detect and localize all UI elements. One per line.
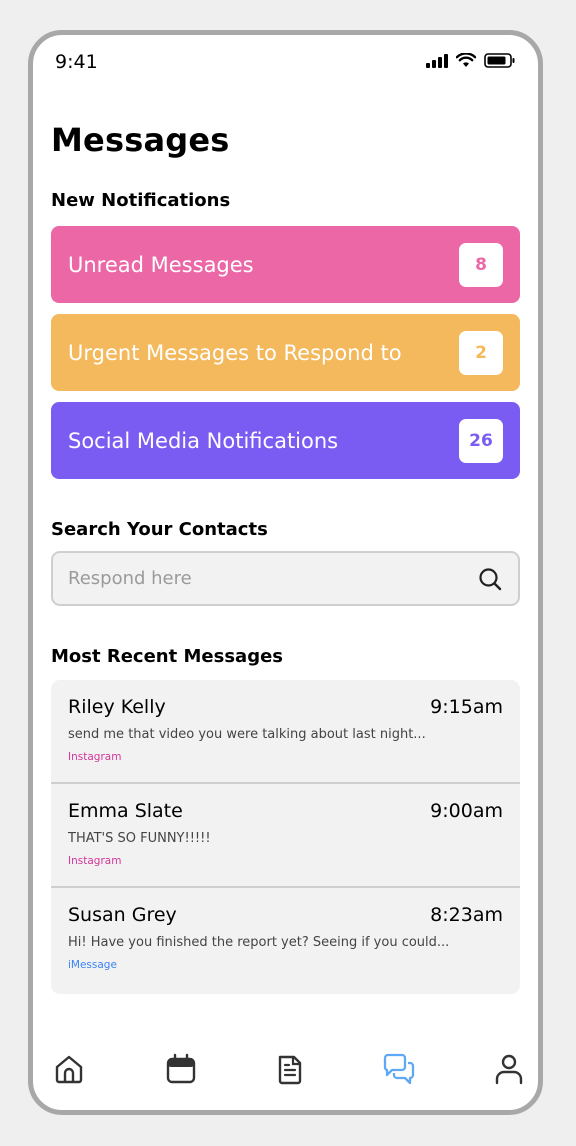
nav-calendar[interactable] <box>164 1052 198 1086</box>
message-preview: Hi! Have you finished the report yet? Se… <box>68 935 450 950</box>
recent-heading: Most Recent Messages <box>51 646 283 667</box>
count-badge: 2 <box>459 330 503 375</box>
nav-messages[interactable] <box>382 1052 416 1086</box>
wifi-icon <box>456 53 476 67</box>
battery-icon <box>484 53 515 68</box>
calendar-icon <box>166 1053 196 1084</box>
unread-messages-card[interactable]: Unread Messages 8 <box>51 226 520 303</box>
message-time: 9:00am <box>430 800 503 822</box>
list-item[interactable]: Riley Kelly 9:15am send me that video yo… <box>51 680 520 784</box>
count-badge: 8 <box>459 242 503 287</box>
bottom-nav <box>33 1030 538 1110</box>
message-source: Instagram <box>68 855 122 867</box>
profile-icon <box>495 1054 523 1085</box>
message-preview: THAT'S SO FUNNY!!!!! <box>68 831 211 846</box>
social-media-card[interactable]: Social Media Notifications 26 <box>51 402 520 479</box>
phone-frame: 9:41 Messages New Notifications Unread M… <box>28 30 543 1115</box>
contact-name: Susan Grey <box>68 904 177 926</box>
document-icon <box>278 1055 302 1085</box>
home-icon <box>55 1055 83 1084</box>
message-list: Riley Kelly 9:15am send me that video yo… <box>51 680 520 994</box>
nav-documents[interactable] <box>273 1052 307 1086</box>
status-icons <box>426 53 516 68</box>
nav-profile[interactable] <box>492 1052 526 1086</box>
contact-name: Emma Slate <box>68 800 183 822</box>
message-time: 9:15am <box>430 696 503 718</box>
search-heading: Search Your Contacts <box>51 519 268 540</box>
notifications-heading: New Notifications <box>51 190 231 211</box>
urgent-messages-card[interactable]: Urgent Messages to Respond to 2 <box>51 314 520 391</box>
message-time: 8:23am <box>430 904 503 926</box>
message-preview: send me that video you were talking abou… <box>68 727 426 742</box>
notif-label: Social Media Notifications <box>68 428 339 453</box>
page-title: Messages <box>51 121 230 159</box>
count-badge: 26 <box>459 418 503 463</box>
search-placeholder: Respond here <box>68 568 192 589</box>
search-input[interactable]: Respond here <box>51 551 520 606</box>
message-source: Instagram <box>68 751 122 763</box>
list-item[interactable]: Emma Slate 9:00am THAT'S SO FUNNY!!!!! I… <box>51 784 520 888</box>
chat-icon <box>383 1053 415 1085</box>
message-source: iMessage <box>68 959 117 971</box>
contact-name: Riley Kelly <box>68 696 166 718</box>
status-bar: 9:41 <box>33 35 538 91</box>
search-icon[interactable] <box>478 567 502 591</box>
notif-label: Unread Messages <box>68 252 254 277</box>
signal-icon <box>426 53 448 68</box>
list-item[interactable]: Susan Grey 8:23am Hi! Have you finished … <box>51 888 520 992</box>
nav-home[interactable] <box>52 1052 86 1086</box>
notif-label: Urgent Messages to Respond to <box>68 340 402 365</box>
status-time: 9:41 <box>55 51 98 73</box>
